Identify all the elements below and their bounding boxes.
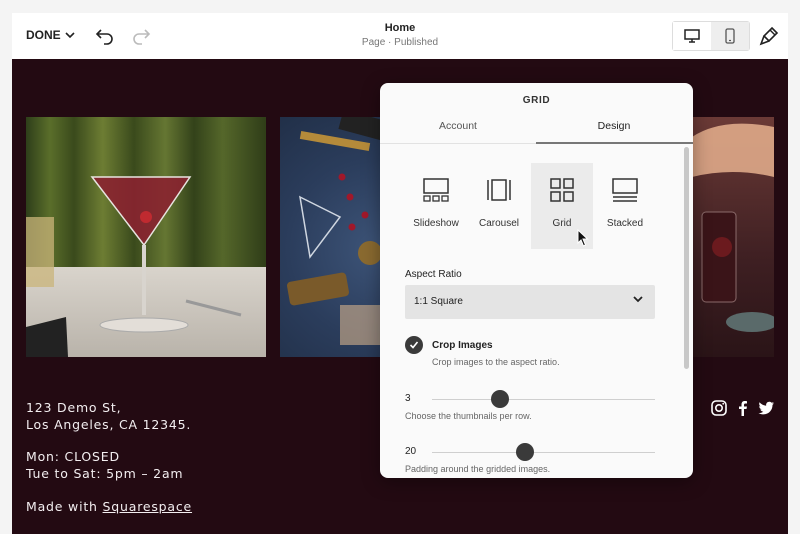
editor-toolbar: DONE Home Page · Published: [0, 0, 800, 59]
padding-slider[interactable]: [432, 452, 655, 453]
layout-label-grid: Grid: [552, 218, 572, 229]
made-with-label: Made with: [26, 499, 103, 514]
desktop-icon: [684, 29, 700, 43]
layout-option-slideshow[interactable]: Slideshow: [405, 163, 467, 249]
padding-description: Padding around the gridded images.: [405, 464, 551, 474]
checkmark-icon: [409, 341, 419, 349]
aspect-ratio-value: 1:1 Square: [414, 296, 463, 307]
grid-settings-panel: GRID Account Design Slideshow Carousel G…: [380, 83, 693, 478]
mobile-view-button[interactable]: [711, 22, 749, 50]
padding-slider-handle[interactable]: [516, 443, 534, 461]
crop-images-description: Crop images to the aspect ratio.: [432, 357, 560, 367]
crop-images-checkbox[interactable]: [405, 336, 423, 354]
layout-option-stacked[interactable]: Stacked: [594, 163, 656, 249]
twitter-icon[interactable]: [757, 399, 775, 417]
panel-title: GRID: [522, 95, 551, 106]
address-line-2: Los Angeles, CA 12345.: [26, 417, 192, 432]
aspect-ratio-label: Aspect Ratio: [405, 269, 462, 280]
active-tab-indicator: [536, 142, 693, 144]
facebook-icon[interactable]: [734, 399, 752, 417]
hours-line-1: Mon: CLOSED: [26, 449, 120, 464]
layout-label-stacked: Stacked: [606, 218, 644, 229]
aspect-ratio-select[interactable]: 1:1 Square: [405, 285, 655, 319]
thumbnails-slider-handle[interactable]: [491, 390, 509, 408]
chevron-down-icon: [633, 296, 643, 303]
carousel-icon: [487, 179, 511, 201]
toolbar-surface: DONE Home Page · Published: [12, 13, 788, 59]
padding-value: 20: [405, 446, 417, 457]
mobile-icon: [725, 28, 735, 44]
thumbnails-description: Choose the thumbnails per row.: [405, 411, 532, 421]
instagram-icon[interactable]: [710, 399, 728, 417]
crop-images-label: Crop Images: [432, 340, 493, 351]
tab-account[interactable]: Account: [380, 120, 536, 132]
layout-option-carousel[interactable]: Carousel: [468, 163, 530, 249]
squarespace-link[interactable]: Squarespace: [103, 499, 192, 514]
desktop-view-button[interactable]: [673, 22, 711, 50]
layout-label-carousel: Carousel: [478, 218, 520, 229]
mouse-cursor-icon: [577, 229, 589, 247]
paintbrush-icon[interactable]: [758, 25, 780, 47]
thumbnails-value: 3: [405, 393, 411, 404]
tab-design[interactable]: Design: [536, 120, 692, 132]
thumbnails-slider[interactable]: [432, 399, 655, 400]
panel-scrollbar[interactable]: [684, 147, 689, 369]
made-with-text: Made with Squarespace: [26, 499, 192, 514]
slideshow-icon: [423, 178, 449, 202]
gallery-image-cocktail[interactable]: [26, 117, 266, 357]
martini-glass: [26, 176, 242, 357]
stacked-icon: [612, 178, 638, 202]
layout-label-slideshow: Slideshow: [413, 218, 459, 229]
hours-line-2: Tue to Sat: 5pm – 2am: [26, 466, 184, 481]
drinks-scene: [692, 123, 774, 332]
device-toggle: [672, 21, 750, 51]
gallery-image-drinks[interactable]: [692, 117, 774, 357]
address-line-1: 123 Demo St,: [26, 400, 122, 415]
grid-icon: [550, 178, 574, 202]
